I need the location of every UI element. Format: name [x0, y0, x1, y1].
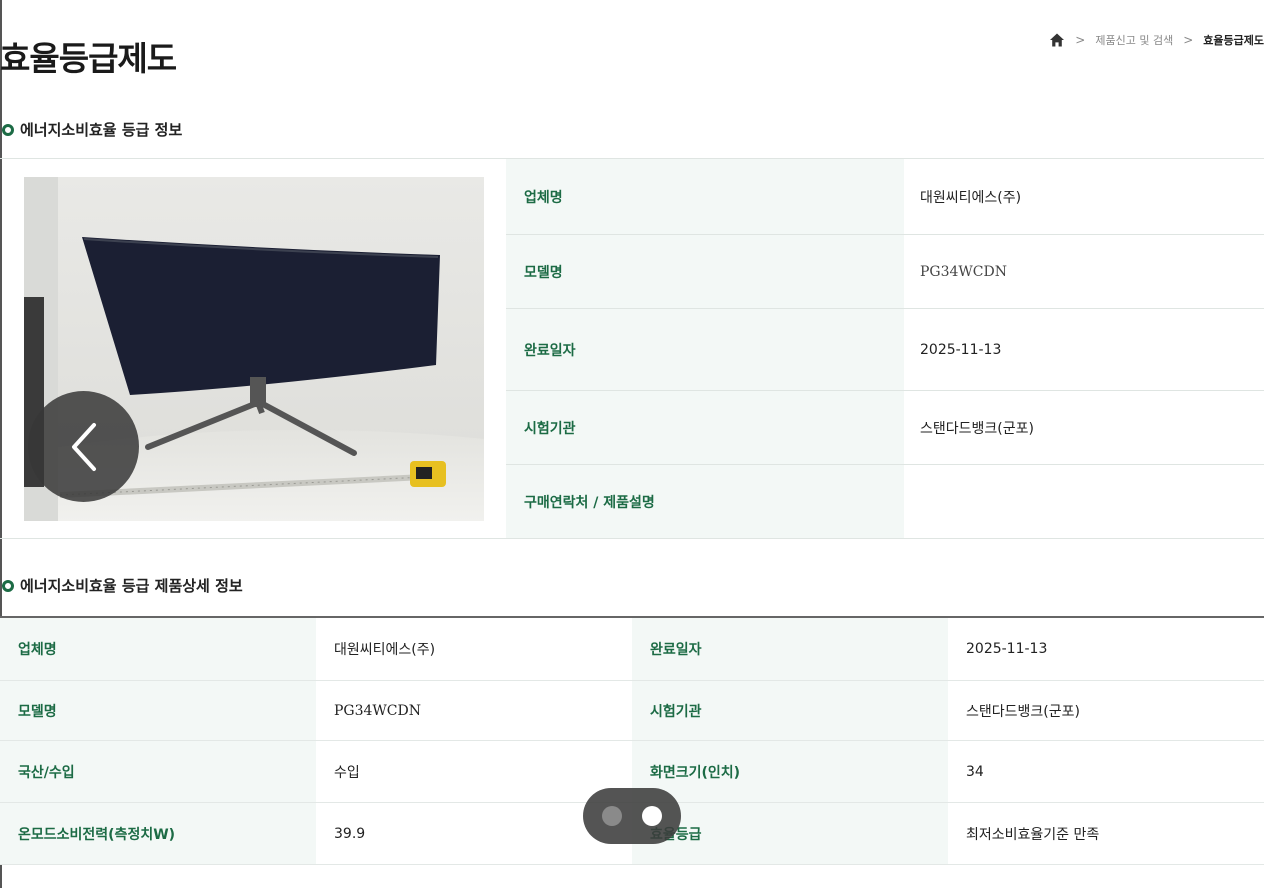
row-value: 2025-11-13	[920, 341, 1002, 358]
cell-value: 2025-11-13	[948, 618, 1264, 680]
cell-value: 34	[948, 741, 1264, 802]
row-label: 시험기관	[506, 391, 904, 464]
table-row: 모델명 PG34WCDN	[506, 235, 1264, 309]
row-value: 스탠다드뱅크(군포)	[920, 420, 1034, 437]
cell-value: 수입	[316, 741, 632, 802]
ring-bullet-icon	[2, 123, 14, 136]
table-row: 완료일자 2025-11-13	[506, 309, 1264, 391]
pager-dot-1[interactable]	[602, 806, 622, 826]
home-icon[interactable]	[1049, 32, 1065, 48]
breadcrumb-separator: >	[1075, 33, 1086, 47]
cell-value: 대원씨티에스(주)	[316, 618, 632, 680]
breadcrumb-separator: >	[1183, 33, 1194, 47]
row-label: 구매연락처 / 제품설명	[506, 465, 904, 539]
table-row: 구매연락처 / 제품설명	[506, 465, 1264, 539]
section-title-grade-info: 에너지소비효율 등급 정보	[2, 119, 182, 140]
section-title-text: 에너지소비효율 등급 제품상세 정보	[20, 577, 243, 595]
section-title-text: 에너지소비효율 등급 정보	[20, 121, 183, 139]
chevron-left-icon	[71, 422, 96, 471]
table-row: 업체명 대원씨티에스(주) 완료일자 2025-11-13	[0, 618, 1264, 681]
cell-label: 모델명	[0, 681, 316, 740]
cell-label: 온모드소비전력(측정치W)	[0, 803, 316, 864]
row-value: PG34WCDN	[920, 263, 1007, 280]
row-label: 모델명	[506, 235, 904, 308]
breadcrumb: > 제품신고 및 검색 > 효율등급제도	[1049, 32, 1264, 48]
breadcrumb-item-current: 효율등급제도	[1203, 34, 1264, 47]
breadcrumb-item-product-search[interactable]: 제품신고 및 검색	[1095, 32, 1173, 48]
gallery-pager	[583, 788, 681, 844]
section-title-product-detail: 에너지소비효율 등급 제품상세 정보	[2, 575, 243, 596]
cell-value: 스탠다드뱅크(군포)	[948, 681, 1264, 740]
cell-value: PG34WCDN	[316, 681, 632, 740]
cell-label: 국산/수입	[0, 741, 316, 802]
cell-label: 업체명	[0, 618, 316, 680]
pager-dot-2-active[interactable]	[642, 806, 662, 826]
row-label: 업체명	[506, 159, 904, 234]
cell-label: 완료일자	[632, 618, 948, 680]
row-value	[904, 465, 1264, 539]
page-title: 효율등급제도	[0, 39, 177, 78]
gallery-prev-button[interactable]	[28, 391, 139, 502]
divider	[0, 538, 1264, 539]
ring-bullet-icon	[2, 579, 14, 592]
row-label: 완료일자	[506, 309, 904, 390]
table-row: 모델명 PG34WCDN 시험기관 스탠다드뱅크(군포)	[0, 681, 1264, 741]
grade-info-table: 업체명 대원씨티에스(주) 모델명 PG34WCDN 완료일자 2025-11-…	[506, 159, 1264, 539]
cell-value: 최저소비효율기준 만족	[948, 803, 1264, 864]
table-row: 시험기관 스탠다드뱅크(군포)	[506, 391, 1264, 465]
row-value: 대원씨티에스(주)	[920, 189, 1022, 206]
cell-label: 화면크기(인치)	[632, 741, 948, 802]
table-row: 업체명 대원씨티에스(주)	[506, 159, 1264, 235]
cell-label: 시험기관	[632, 681, 948, 740]
